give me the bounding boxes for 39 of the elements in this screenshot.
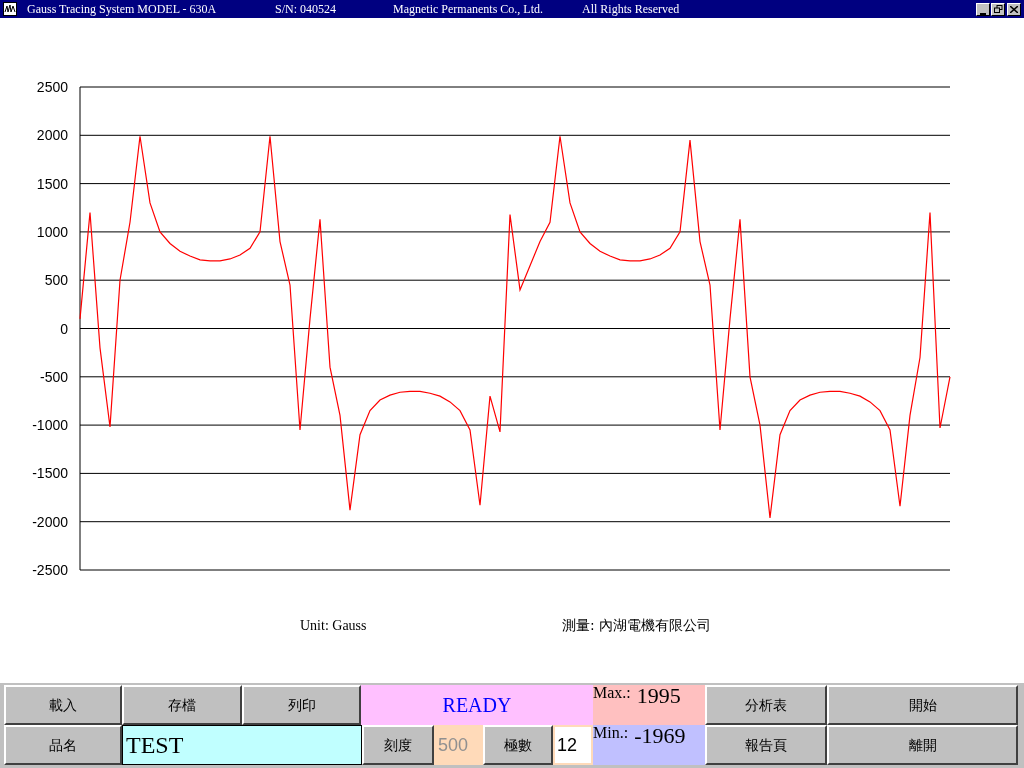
y-tick-label: 1500 [36, 175, 68, 192]
close-icon [1010, 5, 1018, 13]
toolbar-button[interactable]: 報告頁 [705, 725, 827, 765]
company-name: Magnetic Permanents Co., Ltd. [393, 1, 544, 18]
toolbar-button[interactable]: 列印 [242, 685, 361, 725]
restore-icon [993, 5, 1003, 13]
y-tick-label: -500 [39, 368, 68, 385]
y-tick-label: -1000 [32, 417, 68, 434]
min-readout: Min.: -1969 [593, 725, 705, 765]
toolbar-button[interactable]: 刻度 [362, 725, 434, 765]
app-icon[interactable] [3, 2, 17, 16]
number-field[interactable]: 12 [553, 725, 593, 765]
toolbar-button[interactable]: 載入 [4, 685, 122, 725]
y-tick-label: -2000 [32, 513, 68, 530]
y-tick-label: -2500 [32, 562, 68, 578]
y-tick-label: 0 [60, 320, 68, 337]
toolbar-button[interactable]: 離開 [827, 725, 1018, 765]
copyright-text: All Rights Reserved [582, 1, 680, 18]
y-tick-label: 2500 [36, 79, 68, 95]
toolbar-button[interactable]: 品名 [4, 725, 122, 765]
unit-label: Unit: Gauss [300, 617, 367, 635]
close-button[interactable] [1007, 2, 1021, 16]
measurement-label: 測量: 內湖電機有限公司 [562, 616, 712, 635]
serial-number: S/N: 040524 [275, 1, 337, 18]
toolbar-button[interactable]: 分析表 [705, 685, 827, 725]
window-title: Gauss Tracing System MODEL - 630A [27, 1, 218, 18]
y-tick-label: 1000 [36, 223, 68, 240]
toolbar-button[interactable]: 極數 [483, 725, 553, 765]
name-field[interactable]: TEST [122, 725, 362, 765]
toolbar-button[interactable]: 開始 [827, 685, 1018, 725]
max-readout: Max.: 1995 [593, 685, 705, 725]
minimize-icon [980, 12, 986, 15]
y-tick-label: -1500 [32, 465, 68, 482]
minimize-button[interactable] [976, 2, 990, 16]
y-tick-label: 2000 [36, 127, 68, 144]
restore-button[interactable] [991, 2, 1005, 16]
y-tick-label: 500 [44, 272, 68, 289]
toolbar-button[interactable]: 存檔 [122, 685, 242, 725]
status-display: READY [361, 685, 593, 725]
